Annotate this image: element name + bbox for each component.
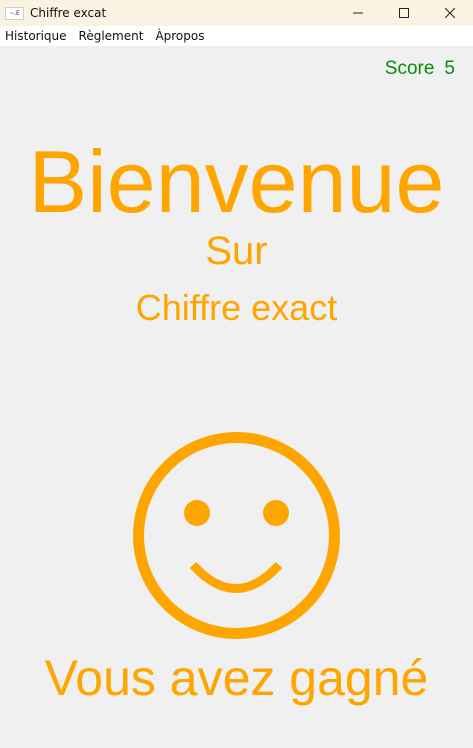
game-name: Chiffre exact	[135, 287, 338, 328]
smiley-left-eye	[184, 500, 210, 526]
window-title: Chiffre excat	[30, 6, 107, 20]
menu-bar: Historique Règlement Àpropos	[0, 26, 473, 46]
minimize-button[interactable]	[335, 0, 381, 26]
window-controls	[335, 0, 473, 26]
app-window: ~.E Chiffre excat Historique Règlement À…	[0, 0, 473, 748]
title-bar[interactable]: ~.E Chiffre excat	[0, 0, 473, 26]
menu-item-historique[interactable]: Historique	[0, 26, 74, 46]
smiley-mouth	[189, 561, 283, 593]
close-icon	[445, 8, 455, 18]
smiley-icon	[133, 432, 340, 639]
score-display: Score 5	[385, 58, 455, 80]
maximize-button[interactable]	[381, 0, 427, 26]
close-button[interactable]	[427, 0, 473, 26]
menu-item-apropos[interactable]: Àpropos	[150, 26, 211, 46]
menu-item-reglement[interactable]: Règlement	[74, 26, 151, 46]
smiley-face-outline	[133, 432, 340, 639]
score-value: 5	[444, 58, 455, 79]
smiley-right-eye	[263, 500, 289, 526]
welcome-subtitle: Sur	[205, 229, 268, 273]
app-icon: ~.E	[5, 6, 24, 20]
result-message: Vous avez gagné	[44, 650, 429, 706]
maximize-icon	[399, 8, 409, 18]
score-label: Score	[384, 58, 435, 79]
welcome-title: Bienvenue	[28, 132, 445, 231]
minimize-icon	[353, 12, 363, 14]
